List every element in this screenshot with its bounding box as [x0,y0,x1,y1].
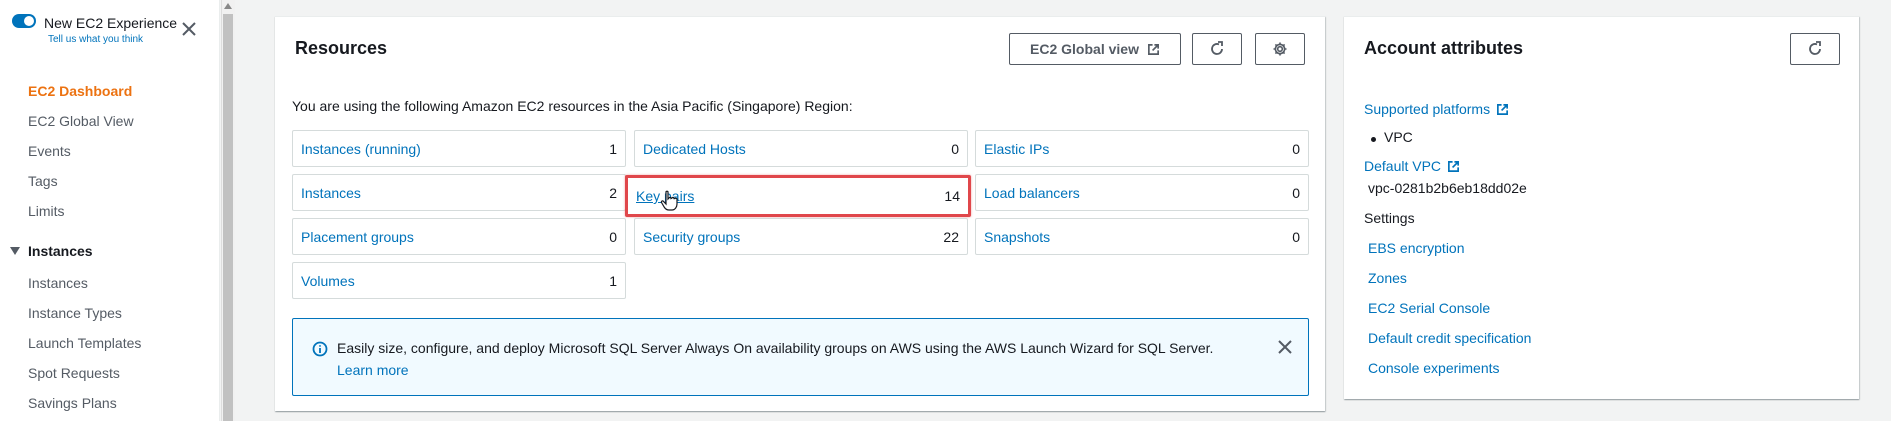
resource-label[interactable]: Volumes [301,273,355,289]
account-refresh-button[interactable] [1790,33,1840,65]
resource-count: 2 [609,184,617,201]
external-link-icon [1497,103,1509,115]
resource-count: 0 [951,140,959,157]
platform-value: VPC [1384,129,1413,145]
ec2-serial-console-link[interactable]: EC2 Serial Console [1368,300,1490,316]
zones-link[interactable]: Zones [1368,270,1407,286]
nav-savings-plans[interactable]: Savings Plans [28,395,117,411]
resource-count: 0 [1292,184,1300,201]
resource-instances-running[interactable]: Instances (running) 1 [292,130,626,167]
gear-icon [1273,42,1287,56]
nav-spot-requests[interactable]: Spot Requests [28,365,120,381]
resources-description: You are using the following Amazon EC2 r… [292,98,853,114]
nav-ec2-dashboard[interactable]: EC2 Dashboard [28,83,132,99]
resource-count: 22 [943,228,959,245]
resources-title: Resources [295,38,388,58]
supported-platforms-link[interactable]: Supported platforms [1364,101,1509,117]
caret-down-icon [10,247,20,255]
resource-label[interactable]: Elastic IPs [984,141,1049,157]
resources-panel: Resources EC2 Global view You are using … [275,16,1325,411]
nav-instance-types[interactable]: Instance Types [28,305,122,321]
account-attributes-title: Account attributes [1364,38,1524,58]
resource-label[interactable]: Placement groups [301,229,414,245]
resource-placement-groups[interactable]: Placement groups 0 [292,218,626,255]
resource-label[interactable]: Dedicated Hosts [643,141,746,157]
external-link-icon [1147,43,1159,55]
resource-count: 1 [609,140,617,157]
bullet-point [1371,137,1376,142]
nav-events[interactable]: Events [28,143,71,159]
console-experiments-link[interactable]: Console experiments [1368,360,1500,376]
resource-volumes[interactable]: Volumes 1 [292,262,626,299]
ec2-global-view-button[interactable]: EC2 Global view [1009,33,1181,65]
ebs-encryption-link[interactable]: EBS encryption [1368,240,1465,256]
refresh-icon [1809,41,1821,55]
nav-limits[interactable]: Limits [28,203,65,219]
close-icon[interactable] [180,20,198,38]
resource-label[interactable]: Security groups [643,229,740,245]
nav-tags[interactable]: Tags [28,173,58,189]
default-vpc-label: Default VPC [1364,158,1442,174]
info-icon [312,341,328,357]
vpc-id: vpc-0281b2b6eb18dd02e [1368,180,1527,196]
resource-count: 0 [609,228,617,245]
nav-section-instances[interactable]: Instances [10,243,93,259]
resource-load-balancers[interactable]: Load balancers 0 [975,174,1309,211]
resource-count: 0 [1292,140,1300,157]
resource-count: 14 [944,188,960,204]
scroll-up-arrow-icon[interactable] [224,3,232,9]
nav-instances[interactable]: Instances [28,275,88,291]
resource-count: 0 [1292,228,1300,245]
resource-label[interactable]: Snapshots [984,229,1050,245]
resource-label[interactable]: Instances (running) [301,141,421,157]
nav-ec2-global-view[interactable]: EC2 Global View [28,113,134,129]
refresh-icon [1211,41,1223,55]
resource-elastic-ips[interactable]: Elastic IPs 0 [975,130,1309,167]
external-link-icon [1448,160,1460,172]
new-experience-title: New EC2 Experience [44,15,178,31]
nav-launch-templates[interactable]: Launch Templates [28,335,141,351]
resource-snapshots[interactable]: Snapshots 0 [975,218,1309,255]
supported-platforms-label: Supported platforms [1364,101,1491,117]
resource-instances[interactable]: Instances 2 [292,174,626,211]
account-attributes-panel: Account attributes Supported platforms V… [1344,16,1859,399]
default-credit-specification-link[interactable]: Default credit specification [1368,330,1531,346]
scrollbar-thumb[interactable] [223,14,233,421]
settings-button[interactable] [1255,33,1305,65]
default-vpc-link[interactable]: Default VPC [1364,158,1460,174]
refresh-button[interactable] [1192,33,1242,65]
resource-security-groups[interactable]: Security groups 22 [634,218,968,255]
feedback-link[interactable]: Tell us what you think [48,34,143,45]
hand-cursor-icon [660,190,678,211]
close-icon[interactable] [1276,338,1294,356]
resource-count: 1 [609,272,617,289]
resource-label[interactable]: Instances [301,185,361,201]
nav-section-label: Instances [28,243,93,259]
info-banner: Easily size, configure, and deploy Micro… [292,318,1309,396]
global-view-label: EC2 Global view [1030,41,1139,57]
new-experience-toggle[interactable] [12,14,36,28]
resource-label[interactable]: Load balancers [984,185,1080,201]
sidebar: New EC2 Experience Tell us what you thin… [0,0,220,421]
info-banner-text: Easily size, configure, and deploy Micro… [337,340,1214,356]
learn-more-link[interactable]: Learn more [337,362,409,378]
resource-dedicated-hosts[interactable]: Dedicated Hosts 0 [634,130,968,167]
settings-heading: Settings [1364,210,1415,226]
